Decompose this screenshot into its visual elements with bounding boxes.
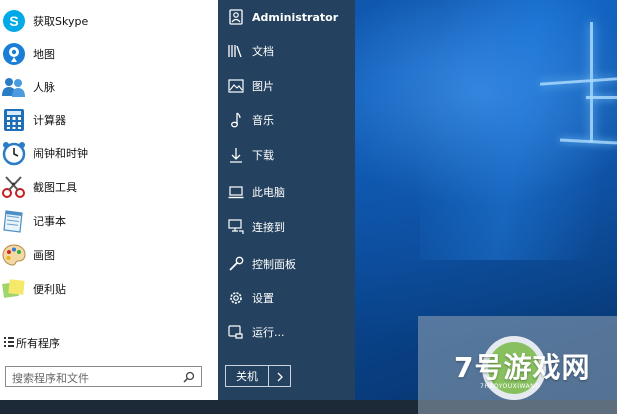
app-item-calculator[interactable]: 计算器 [0, 103, 218, 136]
app-label: 记事本 [33, 214, 66, 228]
app-item-notepad[interactable]: 记事本 [0, 204, 218, 237]
places-label: 图片 [252, 80, 274, 93]
pictures-icon [228, 78, 244, 94]
wallpaper-light-beam [586, 96, 617, 99]
places-label: 运行... [252, 326, 285, 339]
svg-text:S: S [9, 13, 18, 29]
places-item-documents[interactable]: 文档 [218, 37, 355, 65]
app-label: 画图 [33, 248, 55, 262]
user-account-item[interactable]: Administrator [218, 3, 355, 31]
places-item-music[interactable]: 音乐 [218, 106, 355, 134]
documents-icon [228, 43, 244, 59]
sticky-notes-icon [1, 276, 27, 302]
watermark-logo: 7号游戏网 7HAOYOUXIWANG [418, 316, 617, 414]
wallpaper-light-glow [420, 0, 617, 260]
calculator-icon [1, 107, 27, 133]
places-item-control-panel[interactable]: 控制面板 [218, 250, 355, 278]
skype-icon: S [1, 8, 27, 34]
app-label: 便利贴 [33, 282, 66, 296]
search-box [5, 366, 202, 388]
maps-icon [1, 41, 27, 67]
shutdown-button[interactable]: 关机 [226, 366, 269, 386]
watermark-subtext: 7HAOYOUXIWANG [480, 383, 541, 390]
places-item-connect-to[interactable]: 连接到 [218, 213, 355, 241]
computer-icon [228, 184, 244, 200]
chevron-right-icon [276, 367, 284, 386]
shutdown-control: 关机 [225, 365, 291, 387]
run-icon [228, 324, 244, 340]
list-icon [4, 337, 14, 349]
places-label: 文档 [252, 45, 274, 58]
control-panel-icon [228, 256, 244, 272]
user-name-label: Administrator [252, 10, 339, 24]
music-icon [228, 112, 244, 128]
places-label: 连接到 [252, 221, 285, 234]
app-item-sticky-notes[interactable]: 便利贴 [0, 272, 218, 305]
app-label: 闹钟和时钟 [33, 146, 88, 160]
all-programs-button[interactable]: 所有程序 [0, 331, 218, 355]
user-icon [228, 9, 244, 25]
watermark-text: 7号游戏网 [454, 351, 591, 384]
app-item-snipping-tool[interactable]: 截图工具 [0, 170, 218, 203]
notepad-icon [1, 208, 27, 234]
app-item-alarms[interactable]: 闹钟和时钟 [0, 136, 218, 169]
places-label: 控制面板 [252, 258, 296, 271]
app-label: 截图工具 [33, 180, 77, 194]
alarm-clock-icon [1, 140, 27, 166]
places-label: 下载 [252, 149, 274, 162]
settings-icon [228, 290, 244, 306]
snipping-tool-icon [1, 174, 27, 200]
places-label: 音乐 [252, 114, 274, 127]
app-label: 获取Skype [33, 14, 89, 28]
download-icon [228, 147, 244, 163]
places-item-settings[interactable]: 设置 [218, 284, 355, 312]
paint-icon [1, 242, 27, 268]
app-label: 计算器 [33, 113, 66, 127]
connect-icon [228, 219, 244, 235]
places-label: 设置 [252, 292, 274, 305]
app-item-maps[interactable]: 地图 [0, 37, 218, 70]
places-item-downloads[interactable]: 下载 [218, 141, 355, 169]
app-item-paint[interactable]: 画图 [0, 238, 218, 271]
places-label: 此电脑 [252, 186, 285, 199]
start-menu: S 获取Skype 地图 人脉 计算器 闹钟和时钟 截图工具 记事本 画图 便利… [0, 0, 355, 400]
places-item-this-pc[interactable]: 此电脑 [218, 178, 355, 206]
search-icon[interactable] [181, 369, 197, 385]
app-label: 地图 [33, 47, 55, 61]
places-item-run[interactable]: 运行... [218, 318, 355, 346]
app-label: 人脉 [33, 80, 55, 94]
all-programs-label: 所有程序 [16, 337, 60, 350]
app-item-skype[interactable]: S 获取Skype [0, 4, 218, 37]
search-input[interactable] [6, 369, 171, 388]
app-item-people[interactable]: 人脉 [0, 70, 218, 103]
shutdown-options-button[interactable] [269, 366, 290, 386]
places-item-pictures[interactable]: 图片 [218, 72, 355, 100]
people-icon [1, 74, 27, 100]
